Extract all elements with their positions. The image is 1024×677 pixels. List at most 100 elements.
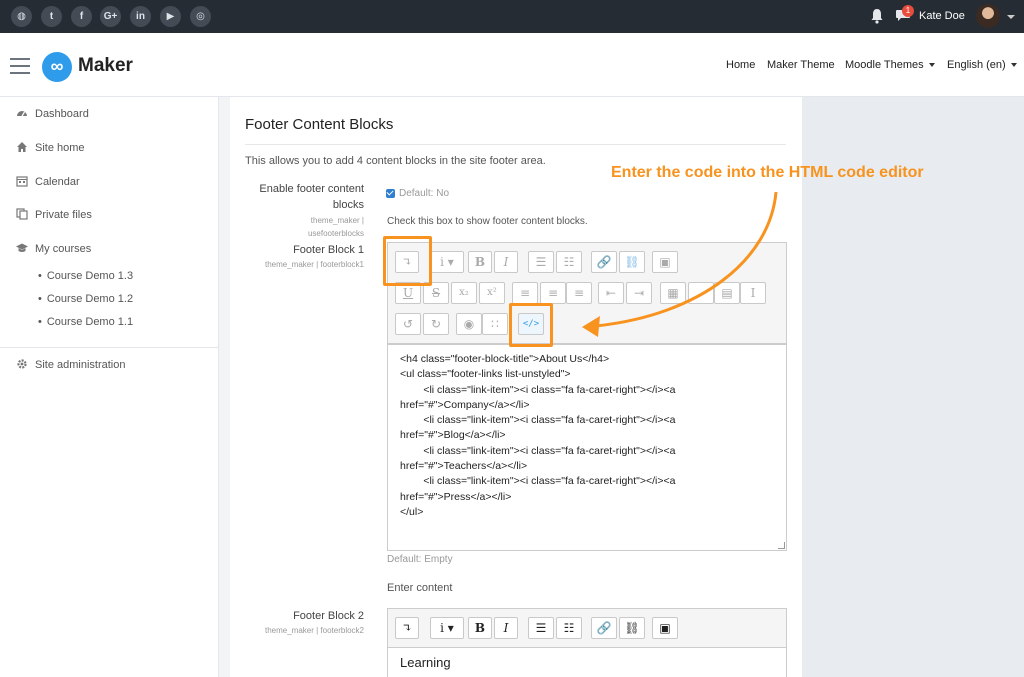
- screenreader-helper-button[interactable]: ∷: [482, 313, 508, 335]
- sidebar-item-dashboard[interactable]: Dashboard: [16, 107, 89, 120]
- google-plus-icon[interactable]: G+: [100, 6, 121, 27]
- settings-panel: Footer Content Blocks This allows you to…: [230, 97, 802, 677]
- enable-footer-help: Check this box to show footer content bl…: [387, 216, 588, 227]
- numbered-list-button[interactable]: ☷: [556, 617, 582, 639]
- accessibility-checker-button[interactable]: ◉: [456, 313, 482, 335]
- nav-moodle-themes-label: Moodle Themes: [845, 59, 924, 71]
- bullet-list-button[interactable]: ☰: [528, 251, 554, 273]
- subscript-button[interactable]: x₂: [451, 282, 477, 304]
- chevron-down-icon: [929, 63, 935, 67]
- indent-button[interactable]: ⇥: [626, 282, 652, 304]
- paragraph-style-button[interactable]: i ▾: [430, 617, 464, 639]
- outdent-button[interactable]: ⇤: [598, 282, 624, 304]
- menu-icon[interactable]: [10, 58, 30, 74]
- numbered-list-button[interactable]: ☷: [556, 251, 582, 273]
- sidebar-divider: [0, 347, 219, 348]
- footer-block-1-hint: Enter content: [387, 582, 452, 594]
- footer-block-2-label: Footer Block 2: [230, 608, 364, 624]
- enable-footer-default: Default: No: [399, 188, 449, 199]
- instagram-icon[interactable]: ◎: [190, 6, 211, 27]
- right-panel: [802, 97, 1024, 677]
- highlight-collapse-button: [383, 236, 432, 286]
- footer-block-1-setting: theme_maker | footerblock1: [230, 259, 364, 271]
- sidebar-item-course[interactable]: Course Demo 1.2: [38, 293, 133, 305]
- youtube-icon[interactable]: ▶: [160, 6, 181, 27]
- sidebar-item-label: Dashboard: [35, 108, 89, 120]
- linkedin-icon[interactable]: in: [130, 6, 151, 27]
- nav-language-label: English (en): [947, 59, 1006, 71]
- italic-button[interactable]: I: [494, 251, 518, 273]
- facebook-icon[interactable]: f: [71, 6, 92, 27]
- home-icon: [16, 141, 28, 153]
- unlink-button[interactable]: ⛓: [619, 617, 645, 639]
- calendar-icon: [16, 175, 28, 187]
- italic-button[interactable]: I: [494, 617, 518, 639]
- media-button[interactable]: [688, 282, 714, 304]
- superscript-button[interactable]: x²: [479, 282, 505, 304]
- bold-button[interactable]: B: [468, 617, 492, 639]
- gear-icon: [16, 358, 28, 370]
- enable-footer-setting-line2: usefooterblocks: [230, 228, 364, 240]
- enable-footer-label-line2: blocks: [230, 197, 364, 213]
- bold-button[interactable]: B: [468, 251, 492, 273]
- bullet-list-button[interactable]: ☰: [528, 617, 554, 639]
- nav-language[interactable]: English (en): [947, 59, 1017, 71]
- enable-footer-setting: theme_maker |: [230, 215, 364, 227]
- sidebar-item-site-administration[interactable]: Site administration: [16, 358, 126, 371]
- align-left-button[interactable]: ≡: [512, 282, 538, 304]
- chevron-down-icon: [1011, 63, 1017, 67]
- clear-formatting-button[interactable]: I: [740, 282, 766, 304]
- equation-button[interactable]: ▦: [660, 282, 686, 304]
- site-header: ∞ Maker Home Maker Theme Moodle Themes E…: [0, 33, 1024, 97]
- link-button[interactable]: 🔗: [591, 251, 617, 273]
- sidebar-item-course[interactable]: Course Demo 1.3: [38, 270, 133, 282]
- image-button[interactable]: ▣: [652, 617, 678, 639]
- sidebar-item-label: Site home: [35, 142, 85, 154]
- footer-block-1-label: Footer Block 1: [230, 242, 364, 258]
- sidebar-item-private-files[interactable]: Private files: [16, 208, 92, 221]
- footer-block-2-setting: theme_maker | footerblock2: [230, 625, 364, 637]
- user-name[interactable]: Kate Doe: [919, 10, 965, 22]
- title-divider: [245, 144, 786, 145]
- align-center-button[interactable]: ≡: [540, 282, 566, 304]
- sidebar-item-label: Site administration: [35, 359, 126, 371]
- undo-button[interactable]: ↺: [395, 313, 421, 335]
- notification-badge: 1: [902, 5, 914, 17]
- align-right-button[interactable]: ≡: [566, 282, 592, 304]
- top-social-bar: ◍ t f G+ in ▶ ◎ 1 Kate Doe: [0, 0, 1024, 33]
- globe-icon[interactable]: ◍: [11, 6, 32, 27]
- redo-button[interactable]: ↻: [423, 313, 449, 335]
- paragraph-style-button[interactable]: i ▾: [430, 251, 464, 273]
- annotation-text: Enter the code into the HTML code editor: [611, 164, 924, 182]
- image-button[interactable]: ▣: [652, 251, 678, 273]
- avatar[interactable]: [976, 4, 1000, 28]
- nav-moodle-themes[interactable]: Moodle Themes: [845, 59, 935, 71]
- table-button[interactable]: ▤: [714, 282, 740, 304]
- logo-icon[interactable]: ∞: [42, 52, 72, 82]
- dashboard-icon: [16, 107, 28, 119]
- collapse-toolbar-button[interactable]: ↴: [395, 617, 419, 639]
- enable-footer-label: Enable footer content: [230, 181, 364, 197]
- bell-icon[interactable]: [870, 8, 884, 24]
- link-button[interactable]: 🔗: [591, 617, 617, 639]
- sidebar-item-label: My courses: [35, 243, 91, 255]
- footer-block-2-editor[interactable]: Learning: [387, 647, 787, 677]
- unlink-button[interactable]: ⛓: [619, 251, 645, 273]
- twitter-icon[interactable]: t: [41, 6, 62, 27]
- nav-home[interactable]: Home: [726, 59, 755, 71]
- html-code-editor[interactable]: <h4 class="footer-block-title">About Us<…: [387, 344, 787, 551]
- brand-name[interactable]: Maker: [78, 55, 133, 77]
- page-title: Footer Content Blocks: [245, 116, 393, 133]
- enable-footer-checkbox[interactable]: [386, 189, 395, 198]
- sidebar-item-course[interactable]: Course Demo 1.1: [38, 316, 133, 328]
- sidebar-item-site-home[interactable]: Site home: [16, 141, 85, 154]
- highlight-html-button: [509, 303, 553, 347]
- sidebar-item-my-courses[interactable]: My courses: [16, 242, 91, 255]
- sidebar-item-label: Private files: [35, 209, 92, 221]
- resize-handle[interactable]: [778, 542, 785, 549]
- sidebar: Dashboard Site home Calendar Private fil…: [0, 97, 219, 677]
- sidebar-item-calendar[interactable]: Calendar: [16, 175, 80, 188]
- nav-maker-theme[interactable]: Maker Theme: [767, 59, 835, 71]
- chevron-down-icon[interactable]: [1007, 15, 1015, 19]
- sidebar-item-label: Calendar: [35, 176, 80, 188]
